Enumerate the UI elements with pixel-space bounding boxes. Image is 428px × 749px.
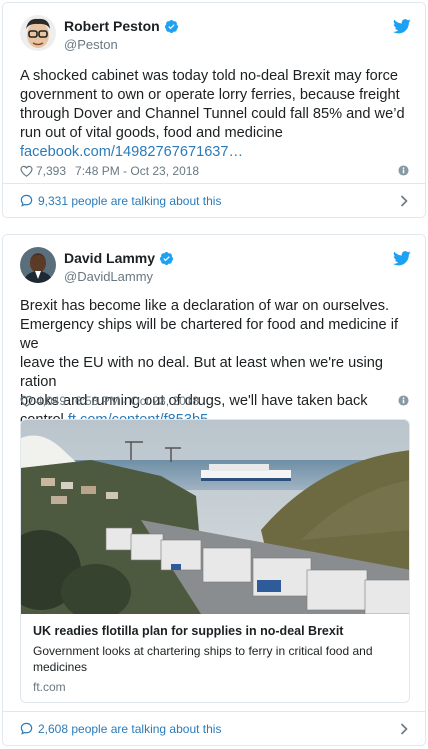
author-handle[interactable]: @Peston (64, 37, 118, 52)
heart-icon[interactable] (20, 165, 33, 177)
tweet-meta: 7,393 7:48 PM - Oct 23, 2018 (20, 163, 411, 179)
author-handle[interactable]: @DavidLammy (64, 269, 153, 284)
tweet-text-line: through Dover and Channel Tunnel could f… (20, 106, 405, 122)
author-name[interactable]: Robert Peston (64, 18, 160, 34)
twitter-bird-icon[interactable] (393, 251, 411, 266)
info-icon[interactable] (398, 395, 409, 406)
heart-icon[interactable] (20, 395, 33, 407)
avatar[interactable] (20, 247, 56, 283)
card-title[interactable]: UK readies flotilla plan for supplies in… (33, 624, 343, 638)
twitter-bird-icon[interactable] (393, 19, 411, 34)
tweet-text-line: government to own or operate lorry ferri… (20, 87, 400, 103)
tweet-text-line: A shocked cabinet was today told no-deal… (20, 68, 399, 84)
tweet-card-lammy[interactable]: David Lammy @DavidLammy Brexit has becom… (2, 234, 426, 746)
speech-bubble-icon (20, 194, 33, 207)
talking-about-text[interactable]: 9,331 people are talking about this (38, 194, 221, 208)
talking-about-footer[interactable]: 9,331 people are talking about this (3, 183, 425, 217)
speech-bubble-icon (20, 722, 33, 735)
tweet-text-line: Brexit has become like a declaration of … (20, 298, 390, 314)
avatar[interactable] (20, 15, 56, 51)
info-icon[interactable] (398, 165, 409, 176)
article-photo[interactable] (21, 420, 410, 614)
author-name[interactable]: David Lammy (64, 250, 155, 266)
tweet-meta: 4,049 6:53 PM - Oct 23, 2018 (20, 393, 411, 409)
talking-about-footer[interactable]: 2,608 people are talking about this (3, 711, 425, 745)
chevron-right-icon[interactable] (400, 723, 408, 735)
card-description: Government looks at chartering ships to … (33, 644, 373, 674)
tweet-text-line: run out of vital goods, food and medicin… (20, 125, 283, 141)
verified-badge-icon (164, 19, 178, 33)
talking-about-text[interactable]: 2,608 people are talking about this (38, 722, 221, 736)
link-preview-card[interactable]: UK readies flotilla plan for supplies in… (20, 419, 410, 703)
tweet-timestamp[interactable]: 6:53 PM - Oct 23, 2018 (75, 394, 199, 408)
tweet-text: Brexit has become like a declaration of … (20, 297, 412, 430)
tweet-text: A shocked cabinet was today told no-deal… (20, 67, 412, 162)
tweet-timestamp[interactable]: 7:48 PM - Oct 23, 2018 (75, 164, 199, 178)
tweet-header: David Lammy @DavidLammy (20, 247, 411, 287)
tweet-link[interactable]: facebook.com/14982767671637… (20, 144, 243, 160)
card-domain: ft.com (33, 680, 66, 694)
like-count[interactable]: 4,049 (36, 394, 66, 408)
like-count[interactable]: 7,393 (36, 164, 66, 178)
tweet-text-line: Emergency ships will be chartered for fo… (20, 317, 399, 352)
verified-badge-icon (159, 251, 174, 265)
tweet-header: Robert Peston @Peston (20, 15, 411, 55)
tweet-card-peston[interactable]: Robert Peston @Peston A shocked cabinet … (2, 2, 426, 218)
tweet-text-line: leave the EU with no deal. But at least … (20, 355, 383, 390)
chevron-right-icon[interactable] (400, 195, 408, 207)
